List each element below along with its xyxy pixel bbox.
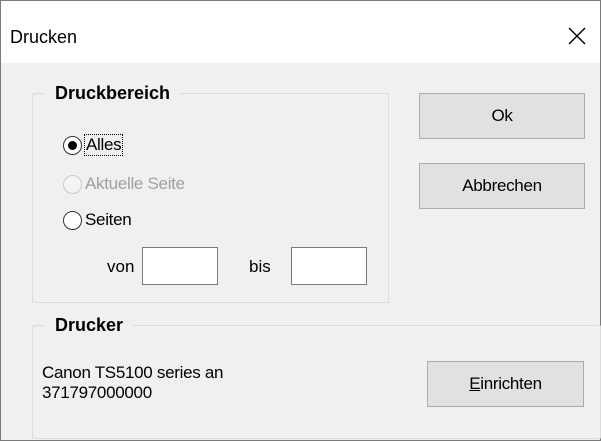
ok-button-label: Ok — [491, 106, 513, 125]
close-button[interactable] — [554, 13, 600, 59]
to-label: bis — [249, 257, 271, 276]
cancel-button-label: Abbrechen — [462, 176, 542, 195]
title-bar: Drucken — [1, 1, 600, 63]
cancel-button[interactable]: Abbrechen — [419, 163, 585, 209]
radio-pages-label: Seiten — [85, 210, 132, 229]
printer-legend: Drucker — [45, 314, 134, 336]
setup-label-rest: inrichten — [480, 374, 542, 393]
printer-name-line2: 371797000000 — [42, 383, 152, 402]
from-label: von — [107, 257, 135, 276]
setup-button[interactable]: Einrichten — [427, 361, 584, 407]
radio-current-page-label: Aktuelle Seite — [85, 174, 185, 193]
radio-all-label: Alles — [83, 134, 124, 156]
to-page-input[interactable] — [291, 247, 367, 285]
radio-all-indicator[interactable] — [63, 135, 82, 155]
setup-mnemonic: E — [469, 374, 481, 393]
radio-pages-indicator[interactable] — [63, 210, 82, 230]
close-icon — [568, 27, 586, 45]
radio-current-page-indicator — [63, 174, 82, 194]
radio-current-page: Aktuelle Seite — [63, 172, 185, 196]
printer-name: Canon TS5100 series an 371797000000 — [42, 363, 223, 403]
setup-button-label: Einrichten — [469, 374, 542, 394]
printer-name-line1: Canon TS5100 series an — [42, 363, 224, 382]
radio-pages[interactable]: Seiten — [63, 208, 132, 232]
print-dialog: Drucken Druckbereich Alles Aktuelle Seit… — [0, 0, 601, 441]
dialog-title: Drucken — [10, 27, 78, 47]
from-page-input[interactable] — [142, 247, 218, 285]
radio-checked-dot — [68, 140, 77, 150]
print-range-legend: Druckbereich — [45, 82, 181, 104]
radio-all[interactable]: Alles — [63, 133, 124, 157]
ok-button[interactable]: Ok — [419, 93, 585, 139]
